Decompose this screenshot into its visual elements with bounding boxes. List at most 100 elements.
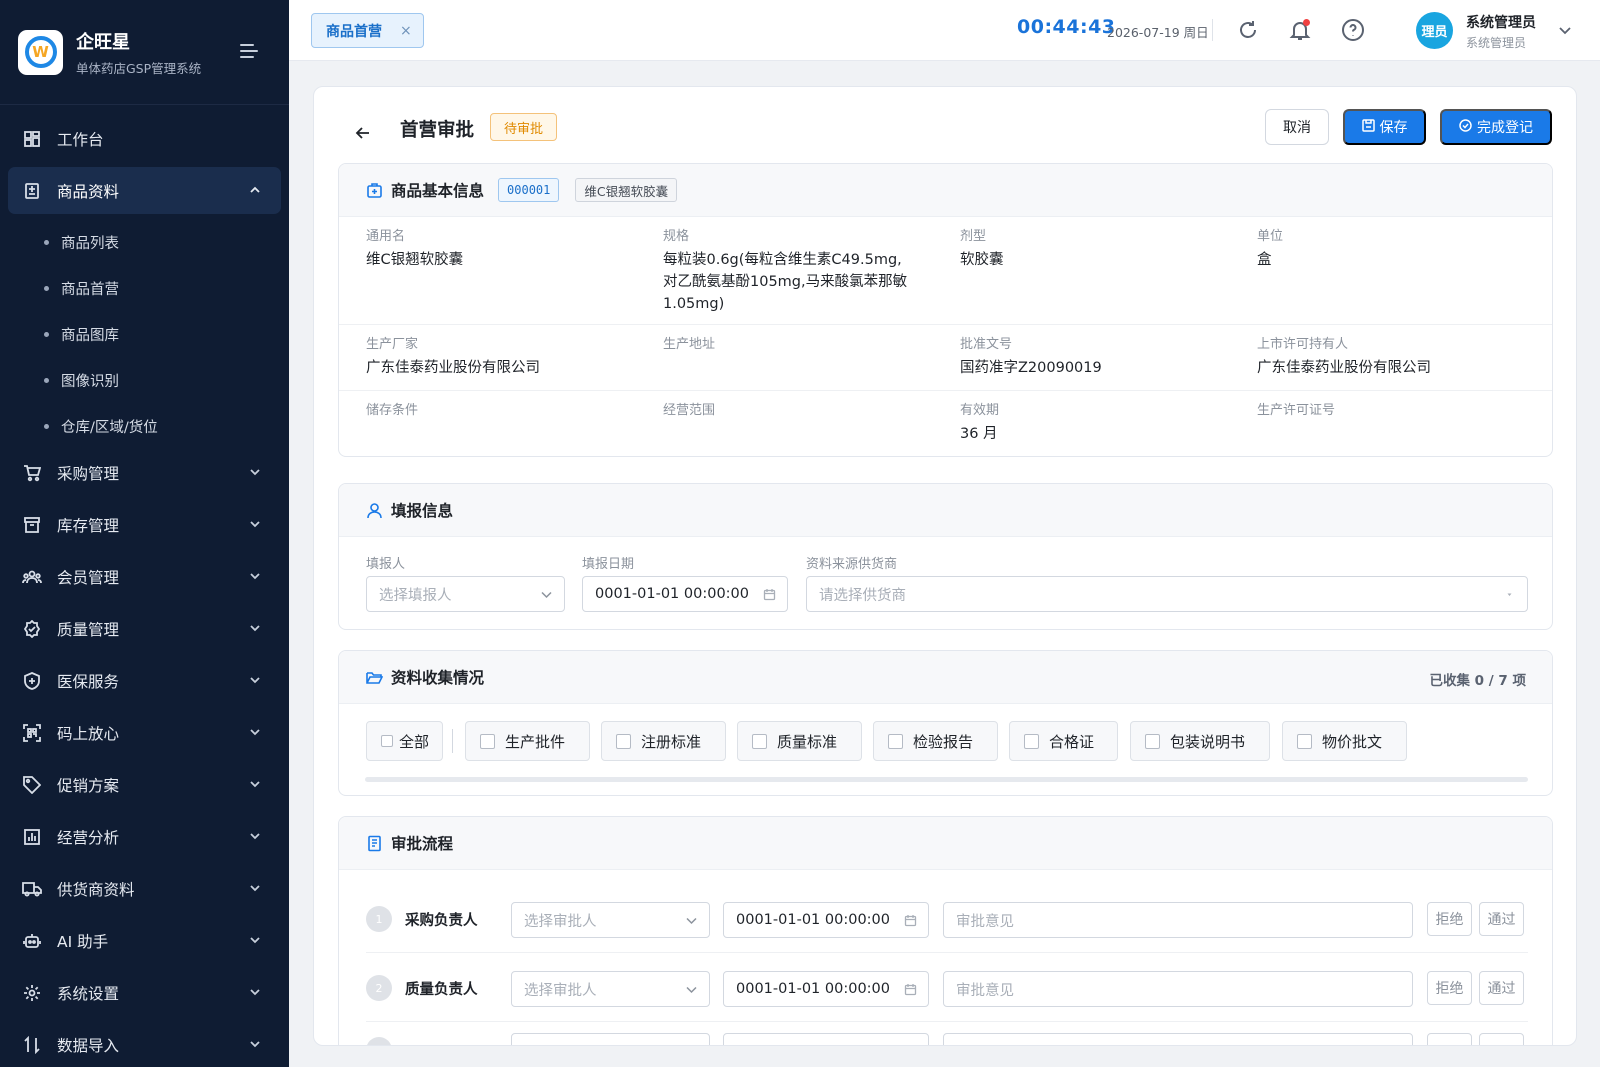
sidebar-subitem-first-sale[interactable]: 商品首营 [8, 265, 281, 311]
approval-step-row-partial [339, 1023, 1552, 1045]
field-value: 36 月 [960, 426, 998, 442]
chevron-down-icon [247, 568, 263, 584]
sidebar-item-quality[interactable]: 质量管理 [8, 605, 281, 652]
approval-step-row: 1 采购负责人 选择审批人 0001-01-01 00:00:00 审批意见 拒… [339, 885, 1552, 953]
sidebar-item-label: 数据导入 [57, 1036, 120, 1055]
reject-button[interactable]: 拒绝 [1427, 902, 1472, 936]
user-name[interactable]: 系统管理员 [1466, 12, 1536, 32]
pass-button[interactable]: 通过 [1479, 971, 1524, 1005]
sidebar-item-dashboard[interactable]: 工作台 [8, 115, 281, 162]
save-label: 保存 [1379, 120, 1408, 136]
approval-comment-input[interactable]: 审批意见 [943, 902, 1413, 938]
complete-registration-button[interactable]: 完成登记 [1440, 109, 1552, 145]
sidebar-subitem-label: 商品列表 [61, 235, 119, 252]
refresh-icon[interactable] [1236, 18, 1260, 42]
logo-mark: W [24, 36, 57, 68]
reject-button[interactable]: 拒绝 [1427, 971, 1472, 1005]
field-label: 规格 [663, 229, 690, 244]
checkbox-all[interactable]: 全部 [366, 721, 443, 761]
checkbox-package-insert[interactable]: 包装说明书 [1130, 721, 1270, 761]
truck-icon [22, 879, 42, 899]
dashboard-icon [22, 129, 42, 149]
sidebar-menu: 工作台 商品资料 商品列表 商品首营 商品图库 图像识别 仓库/区域/货位 采购… [0, 105, 289, 1067]
checkbox-production-approval[interactable]: 生产批件 [465, 721, 590, 761]
checkbox-certificate[interactable]: 合格证 [1009, 721, 1118, 761]
pass-button[interactable]: 通过 [1479, 902, 1524, 936]
help-icon[interactable] [1341, 18, 1365, 42]
import-icon [22, 1035, 42, 1055]
approval-comment-input-partial[interactable] [943, 1033, 1413, 1045]
checkbox-inspection-report[interactable]: 检验报告 [873, 721, 998, 761]
sidebar-item-analytics[interactable]: 经营分析 [8, 813, 281, 860]
sidebar-item-purchase[interactable]: 采购管理 [8, 449, 281, 496]
user-menu-chevron-icon[interactable] [1557, 22, 1573, 38]
field-value: 广东佳泰药业股份有限公司 [366, 360, 540, 376]
field-label: 有效期 [960, 403, 1000, 418]
bell-icon[interactable] [1288, 18, 1312, 42]
checkbox-registration-standard[interactable]: 注册标准 [601, 721, 726, 761]
sidebar-item-inventory[interactable]: 库存管理 [8, 501, 281, 548]
sidebar-item-label: 会员管理 [57, 568, 120, 587]
sidebar-subitem-image-recognition[interactable]: 图像识别 [8, 357, 281, 403]
approver-placeholder: 选择审批人 [524, 982, 597, 999]
sidebar-item-members[interactable]: 会员管理 [8, 553, 281, 600]
horizontal-scrollbar[interactable] [365, 777, 1528, 782]
approval-date-input[interactable]: 0001-01-01 00:00:00 [723, 971, 929, 1007]
reporter-select[interactable]: 选择填报人 [366, 576, 565, 612]
notification-dot [1303, 19, 1310, 26]
app-logo: W [18, 29, 63, 75]
sidebar-item-label: 采购管理 [57, 464, 120, 483]
checkbox-quality-standard[interactable]: 质量标准 [737, 721, 862, 761]
sidebar-subitem-label: 商品首营 [61, 281, 119, 298]
sidebar-subitem-label: 图像识别 [61, 373, 119, 390]
sidebar-item-suppliers[interactable]: 供货商资料 [8, 865, 281, 912]
chevron-down-icon [247, 672, 263, 688]
reject-button-partial[interactable] [1427, 1033, 1472, 1045]
medicine-box-icon [366, 181, 384, 199]
avatar[interactable]: 理员 [1416, 12, 1453, 49]
checkbox-label: 全部 [399, 732, 430, 751]
collapse-sidebar-icon[interactable] [240, 44, 260, 60]
chevron-down-icon [247, 880, 263, 896]
checkbox-price-approval[interactable]: 物价批文 [1282, 721, 1407, 761]
brand: W 企旺星 单体药店GSP管理系统 [0, 0, 289, 105]
cancel-label: 取消 [1283, 120, 1311, 136]
sidebar-item-medical-insurance[interactable]: 医保服务 [8, 657, 281, 704]
approver-select[interactable]: 选择审批人 [511, 902, 710, 938]
chevron-down-icon [247, 828, 263, 844]
sidebar-subitem-warehouse[interactable]: 仓库/区域/货位 [8, 403, 281, 449]
report-date-input[interactable]: 0001-01-01 00:00:00 [582, 576, 788, 612]
folder-open-icon [366, 668, 384, 686]
close-tab-icon[interactable]: × [400, 23, 412, 39]
checkbox-box [1024, 733, 1039, 749]
tab-first-sale[interactable]: 商品首营 × [311, 13, 424, 48]
sidebar-item-ai-assistant[interactable]: AI 助手 [8, 917, 281, 964]
checkbox-box [480, 733, 495, 749]
report-date-label: 填报日期 [582, 557, 635, 572]
save-button[interactable]: 保存 [1343, 109, 1426, 145]
sidebar-item-promotion[interactable]: 促销方案 [8, 761, 281, 808]
supplier-select[interactable]: 请选择供货商 [806, 576, 1528, 612]
back-arrow-icon[interactable] [353, 123, 373, 143]
approval-comment-input[interactable]: 审批意见 [943, 971, 1413, 1007]
approval-date-input[interactable]: 0001-01-01 00:00:00 [723, 902, 929, 938]
step-role: 采购负责人 [405, 913, 478, 929]
gear-icon [22, 983, 42, 1003]
step-number: 1 [366, 906, 392, 932]
approval-date-input-partial[interactable] [723, 1033, 929, 1045]
approver-select-partial[interactable] [511, 1033, 710, 1045]
cart-icon [22, 463, 42, 483]
pass-button-partial[interactable] [1479, 1033, 1524, 1045]
sidebar-item-label: 工作台 [57, 130, 104, 149]
cancel-button[interactable]: 取消 [1265, 109, 1329, 145]
sidebar-subitem-gallery[interactable]: 商品图库 [8, 311, 281, 357]
sidebar-item-trace-code[interactable]: 码上放心 [8, 709, 281, 756]
sidebar-item-products[interactable]: 商品资料 [8, 167, 281, 214]
sidebar-item-data-import[interactable]: 数据导入 [8, 1021, 281, 1067]
sidebar-item-settings[interactable]: 系统设置 [8, 969, 281, 1016]
reject-label: 拒绝 [1435, 912, 1464, 928]
checkbox-label: 包装说明书 [1170, 732, 1246, 751]
approver-select[interactable]: 选择审批人 [511, 971, 710, 1007]
field-label: 生产许可证号 [1257, 403, 1336, 418]
sidebar-subitem-product-list[interactable]: 商品列表 [8, 219, 281, 265]
